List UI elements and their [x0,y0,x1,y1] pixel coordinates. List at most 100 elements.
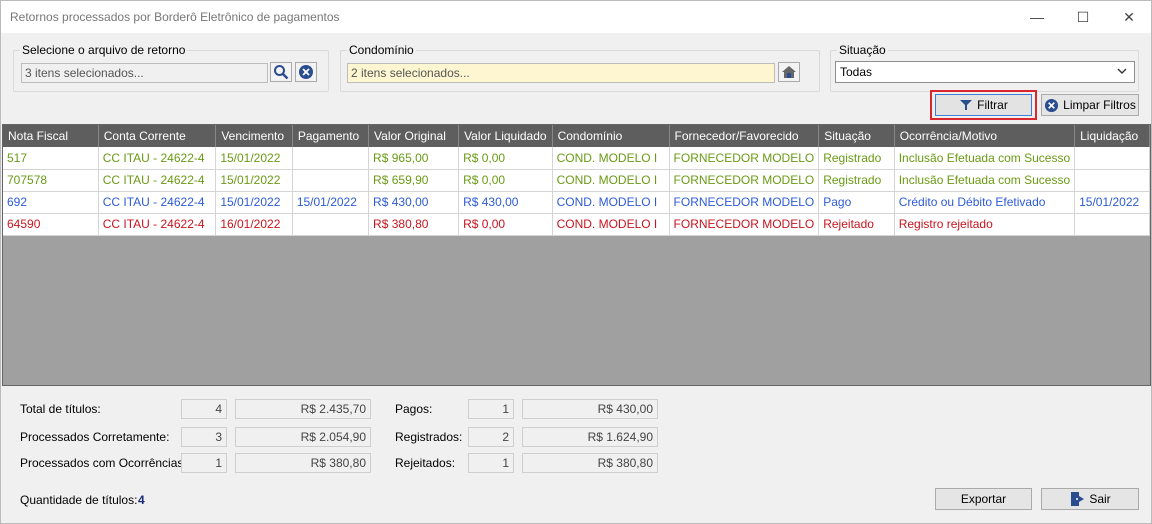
exit-door-icon [1071,492,1085,506]
table-cell: R$ 0,00 [458,147,553,170]
results-grid[interactable]: Nota Fiscal Conta Corrente Vencimento Pa… [2,124,1151,386]
column-header[interactable]: Valor Original [368,125,460,147]
table-cell: R$ 380,80 [368,213,460,236]
situacao-value: Todas [840,65,873,79]
filtrar-label: Filtrar [977,98,1008,112]
situacao-label: Situação [837,43,888,57]
total-value: R$ 2.435,70 [235,399,371,419]
table-cell [1074,213,1150,236]
arquivo-field[interactable]: 3 itens selecionados... [21,63,268,83]
minimize-button[interactable]: — [1014,1,1060,33]
registrados-count: 2 [468,427,514,447]
close-circle-icon [299,65,313,79]
search-arquivo-button[interactable] [270,62,292,82]
table-header: Nota Fiscal Conta Corrente Vencimento Pa… [3,125,1150,147]
search-condominio-button[interactable] [778,62,800,82]
window-title: Retornos processados por Borderô Eletrôn… [10,10,340,24]
table-cell: 15/01/2022 [215,191,293,214]
table-cell: Registro rejeitado [894,213,1076,236]
condominio-field[interactable]: 2 itens selecionados... [347,63,775,83]
table-cell: Registrado [818,147,895,170]
rejeitados-label: Rejeitados: [395,456,456,470]
close-button[interactable]: ✕ [1106,1,1152,33]
table-cell: 15/01/2022 [215,169,293,192]
arquivo-label: Selecione o arquivo de retorno [20,43,188,57]
condominio-label: Condomínio [347,43,416,57]
main-window: Retornos processados por Borderô Eletrôn… [0,0,1152,524]
column-header[interactable]: Ocorrência/Motivo [894,125,1076,147]
table-cell: COND. MODELO I [552,213,670,236]
total-label: Total de títulos: [20,402,101,416]
ocorrencias-value: R$ 380,80 [235,453,371,473]
table-cell [1074,147,1150,170]
column-header[interactable]: Conta Corrente [98,125,217,147]
maximize-button[interactable]: ☐ [1060,1,1106,33]
filtrar-button[interactable]: Filtrar [935,94,1032,116]
close-circle-icon [1045,98,1059,112]
column-header[interactable]: Vencimento [215,125,293,147]
table-cell: R$ 430,00 [368,191,460,214]
building-icon [782,66,796,78]
quantidade-label: Quantidade de títulos: [20,493,138,507]
table-row[interactable]: 517 CC ITAU - 24622-4 15/01/2022 R$ 965,… [3,147,1150,170]
exportar-label: Exportar [960,492,1007,506]
table-cell: 517 [3,147,99,170]
table-cell: 15/01/2022 [1074,191,1150,214]
pagos-count: 1 [468,399,514,419]
table-cell: FORNECEDOR MODELO [669,147,820,170]
table-row[interactable]: 692 CC ITAU - 24622-4 15/01/2022 15/01/2… [3,191,1150,214]
pagos-value: R$ 430,00 [522,399,658,419]
table-cell [292,169,370,192]
table-cell: COND. MODELO I [552,169,670,192]
column-header[interactable]: Valor Liquidado [458,125,553,147]
ocorrencias-label: Processados com Ocorrências: [20,456,187,470]
table-cell [1074,169,1150,192]
table-row[interactable]: 707578 CC ITAU - 24622-4 15/01/2022 R$ 6… [3,169,1150,192]
corretos-label: Processados Corretamente: [20,430,170,444]
column-header[interactable]: Pagamento [292,125,370,147]
column-header[interactable]: Nota Fiscal [3,125,99,147]
limpar-label: Limpar Filtros [1063,98,1136,112]
table-cell: FORNECEDOR MODELO [669,213,820,236]
table-cell: R$ 430,00 [458,191,553,214]
table-cell: CC ITAU - 24622-4 [98,169,217,192]
table-cell: Crédito ou Débito Efetivado [894,191,1076,214]
table-cell: COND. MODELO I [552,147,670,170]
exportar-button[interactable]: Exportar [935,488,1032,510]
total-count: 4 [181,399,227,419]
results-table: Nota Fiscal Conta Corrente Vencimento Pa… [3,125,1150,236]
column-header[interactable]: Situação [818,125,895,147]
table-cell: 64590 [3,213,99,236]
registrados-label: Registrados: [395,430,463,444]
table-cell: R$ 965,00 [368,147,460,170]
table-cell: 707578 [3,169,99,192]
title-bar: Retornos processados por Borderô Eletrôn… [1,1,1151,33]
table-cell: Inclusão Efetuada com Sucesso [894,169,1076,192]
table-cell [292,147,370,170]
registrados-value: R$ 1.624,90 [522,427,658,447]
corretos-count: 3 [181,427,227,447]
column-header[interactable]: Fornecedor/Favorecido [669,125,820,147]
table-cell: 15/01/2022 [215,147,293,170]
limpar-filtros-button[interactable]: Limpar Filtros [1041,94,1139,116]
table-cell: R$ 0,00 [458,169,553,192]
table-cell: Pago [818,191,895,214]
table-cell: COND. MODELO I [552,191,670,214]
clear-arquivo-button[interactable] [295,62,317,82]
sair-label: Sair [1089,492,1111,506]
table-cell: R$ 0,00 [458,213,553,236]
situacao-select[interactable]: Todas [835,61,1135,83]
chevron-down-icon [1116,65,1128,80]
table-cell: 692 [3,191,99,214]
table-cell: FORNECEDOR MODELO [669,169,820,192]
funnel-icon [960,100,973,110]
table-cell: CC ITAU - 24622-4 [98,213,217,236]
table-cell: CC ITAU - 24622-4 [98,191,217,214]
table-cell: CC ITAU - 24622-4 [98,147,217,170]
sair-button[interactable]: Sair [1041,488,1139,510]
column-header[interactable]: Liquidação [1074,125,1150,147]
table-row[interactable]: 64590 CC ITAU - 24622-4 16/01/2022 R$ 38… [3,213,1150,236]
table-cell [292,213,370,236]
column-header[interactable]: Condomínio [552,125,670,147]
table-cell: 16/01/2022 [215,213,293,236]
